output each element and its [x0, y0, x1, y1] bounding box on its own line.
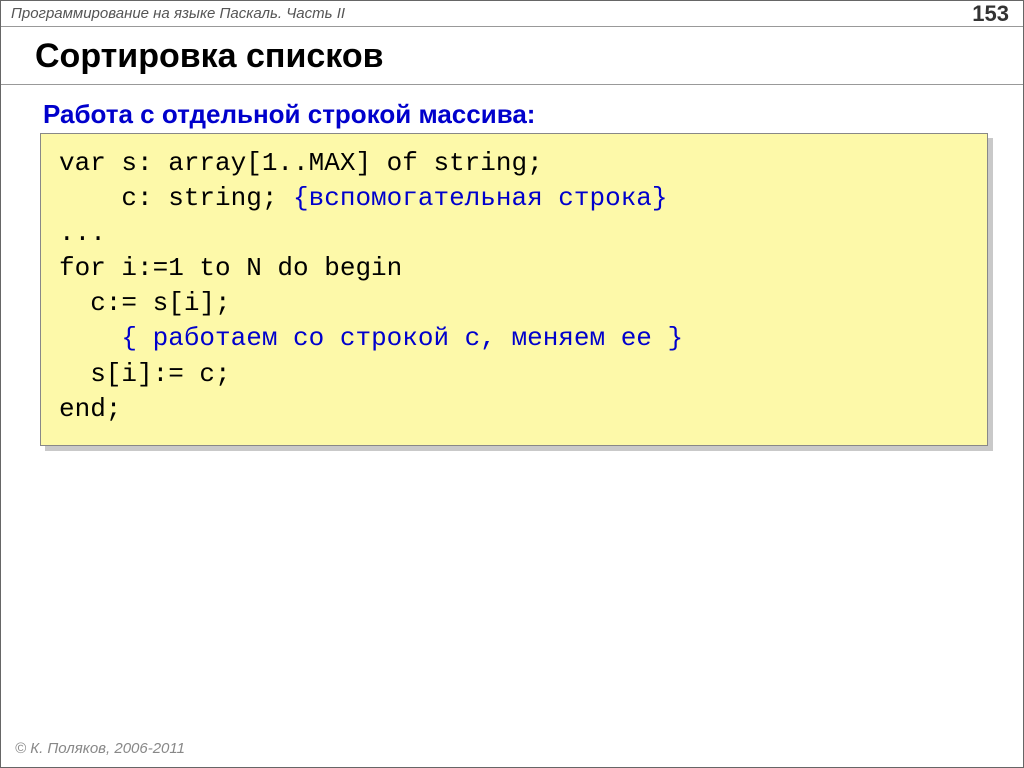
- code-block: var s: array[1..MAX] of string; c: strin…: [40, 133, 988, 446]
- code-line: var s: array[1..MAX] of string;: [59, 148, 543, 178]
- code-line: s[i]:= c;: [59, 359, 231, 389]
- page-number: 153: [972, 1, 1009, 27]
- code-block-shadow: var s: array[1..MAX] of string; c: strin…: [45, 138, 993, 451]
- code-comment: {вспомогательная строка}: [293, 183, 667, 213]
- copyright-symbol: ©: [15, 740, 26, 757]
- copyright-text: К. Поляков, 2006-2011: [26, 740, 185, 757]
- code-line: end;: [59, 394, 121, 424]
- slide-heading: Сортировка списков: [1, 27, 1023, 85]
- code-line: c: string;: [59, 183, 293, 213]
- slide-subtitle: Работа с отдельной строкой массива:: [43, 99, 1023, 130]
- code-line: c:= s[i];: [59, 288, 231, 318]
- document-title: Программирование на языке Паскаль. Часть…: [11, 5, 345, 22]
- code-line: [59, 323, 121, 353]
- code-block-container: var s: array[1..MAX] of string; c: strin…: [1, 138, 1023, 451]
- slide-footer: © К. Поляков, 2006-2011: [15, 740, 185, 757]
- slide-subheading: Работа с отдельной строкой массива:: [1, 85, 1023, 138]
- slide-title: Сортировка списков: [35, 37, 1023, 76]
- slide-page: Программирование на языке Паскаль. Часть…: [0, 0, 1024, 768]
- code-line: for i:=1 to N do begin: [59, 253, 402, 283]
- top-bar: Программирование на языке Паскаль. Часть…: [1, 1, 1023, 27]
- code-line: ...: [59, 218, 106, 248]
- code-comment: { работаем со строкой c, меняем ее }: [121, 323, 683, 353]
